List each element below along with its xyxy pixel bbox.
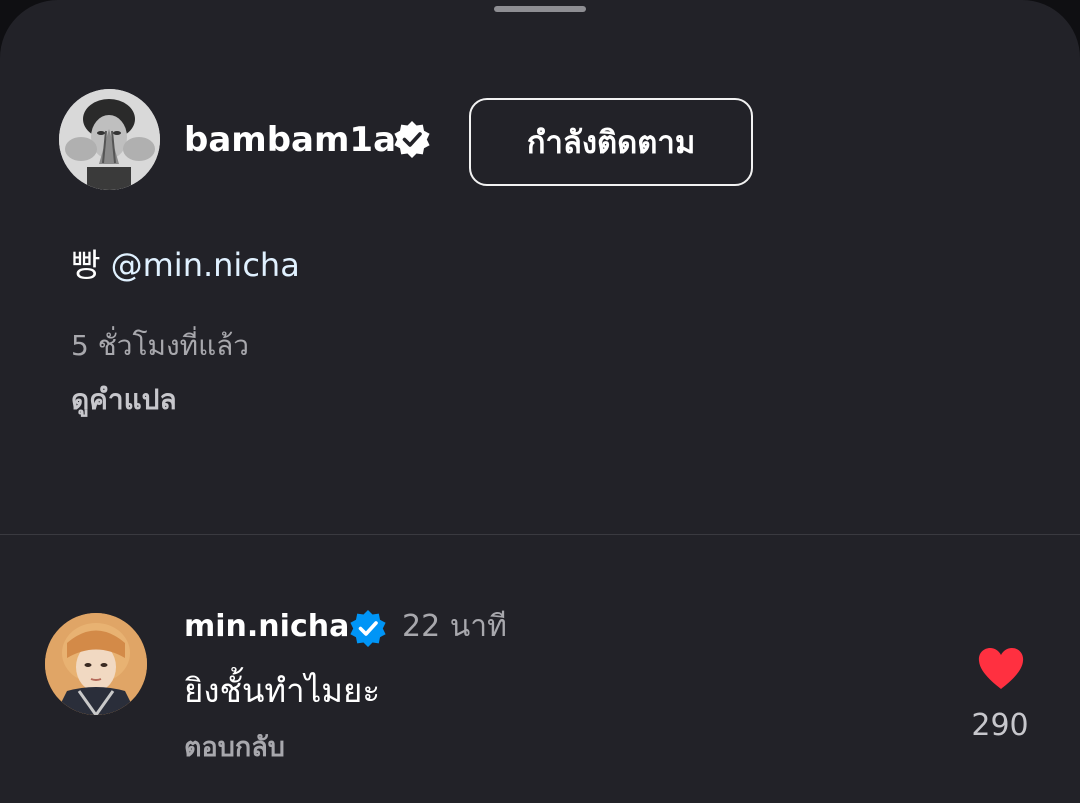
like-count: 290 <box>971 708 1029 743</box>
see-translation-link[interactable]: ดูคำแปล <box>71 380 177 420</box>
comment-text: ยิงชั้นทำไมยะ <box>184 671 381 710</box>
owner-username[interactable]: bambam1a <box>184 116 396 164</box>
reply-button[interactable]: ตอบกลับ <box>184 728 285 768</box>
verified-badge-icon <box>350 610 386 647</box>
commenter-username[interactable]: min.nicha <box>184 605 349 649</box>
post-caption: 빵 @min.nicha <box>71 243 300 287</box>
commenter-avatar-image <box>45 613 147 715</box>
owner-avatar-image <box>59 89 160 190</box>
caption-mention-link[interactable]: @min.nicha <box>111 246 300 284</box>
following-button[interactable]: กำลังติดตาม <box>469 98 753 186</box>
verified-badge-icon <box>394 121 430 158</box>
heart-icon[interactable] <box>977 647 1025 691</box>
sheet-drag-handle[interactable] <box>494 6 586 12</box>
commenter-avatar[interactable] <box>45 613 147 715</box>
post-timestamp: 5 ชั่วโมงที่แล้ว <box>71 329 249 362</box>
caption-text: 빵 <box>71 246 111 284</box>
comments-sheet: bambam1a กำลังติดตาม 빵 @min.nicha 5 ชั่ว… <box>0 0 1080 803</box>
section-divider <box>0 534 1080 535</box>
owner-avatar[interactable] <box>59 89 160 190</box>
comment-timestamp: 22 นาที <box>402 609 507 644</box>
